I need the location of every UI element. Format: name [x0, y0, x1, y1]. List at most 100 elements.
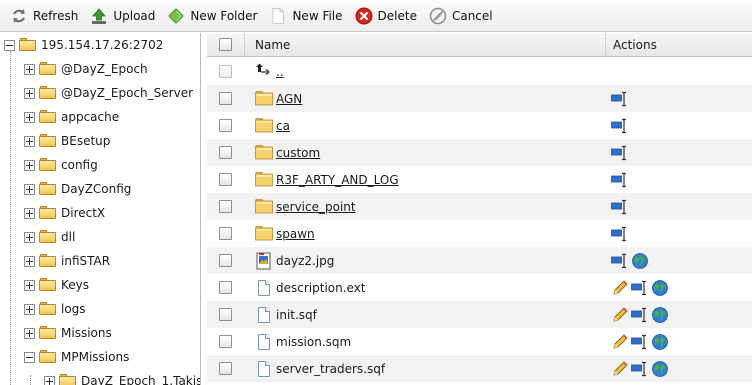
file-icon — [255, 333, 273, 351]
folder-icon — [39, 86, 57, 100]
expand-icon[interactable] — [24, 327, 35, 339]
name-cell: mission.sqm — [255, 328, 351, 355]
folder-link[interactable]: AGN — [276, 92, 302, 106]
row-checkbox[interactable] — [219, 362, 232, 375]
file-grid: Name Actions .. AGN ca custom R3F_ARTY_AND_L… — [207, 33, 752, 385]
table-row[interactable]: description.ext — [207, 274, 752, 301]
table-row[interactable]: R3F_ARTY_AND_LOG — [207, 166, 752, 193]
row-checkbox[interactable] — [219, 335, 232, 348]
tree-item[interactable]: dll — [24, 227, 75, 247]
rename-icon[interactable] — [611, 171, 629, 189]
row-checkbox[interactable] — [219, 65, 232, 78]
globe-icon[interactable] — [651, 333, 669, 351]
row-checkbox[interactable] — [219, 254, 232, 267]
folder-icon — [39, 230, 57, 244]
expand-icon[interactable] — [24, 279, 35, 291]
expand-icon[interactable] — [24, 135, 35, 147]
edit-icon[interactable] — [611, 360, 629, 378]
tree-item-label: MPMissions — [61, 350, 130, 364]
upload-button[interactable]: Upload — [88, 4, 161, 28]
expand-icon[interactable] — [24, 231, 35, 243]
expand-icon[interactable] — [24, 87, 35, 99]
table-row[interactable]: AGN — [207, 85, 752, 112]
table-row[interactable]: spawn — [207, 220, 752, 247]
folder-link[interactable]: ca — [276, 119, 290, 133]
expand-icon[interactable] — [24, 63, 35, 75]
table-row[interactable]: .. — [207, 58, 752, 85]
rename-icon[interactable] — [611, 117, 629, 135]
cancel-button[interactable]: Cancel — [427, 4, 499, 28]
globe-icon[interactable] — [631, 252, 649, 270]
rename-icon[interactable] — [611, 198, 629, 216]
name-column-header[interactable]: Name — [245, 33, 606, 57]
tree-root[interactable]: 195.154.17.26:2702 — [4, 35, 163, 55]
table-row[interactable]: dayz2.jpg — [207, 247, 752, 274]
row-checkbox[interactable] — [219, 119, 232, 132]
tree-item[interactable]: BEsetup — [24, 131, 110, 151]
table-row[interactable]: server_traders.sqf — [207, 355, 752, 382]
folder-link[interactable]: custom — [276, 146, 320, 160]
globe-icon[interactable] — [651, 279, 669, 297]
select-all-checkbox[interactable] — [219, 38, 232, 51]
tree-item[interactable]: DirectX — [24, 203, 105, 223]
expand-icon[interactable] — [24, 207, 35, 219]
delete-button[interactable]: Delete — [353, 4, 423, 28]
row-checkbox[interactable] — [219, 227, 232, 240]
rename-icon[interactable] — [631, 333, 649, 351]
delete-icon — [355, 7, 373, 25]
row-actions — [611, 193, 631, 220]
rename-icon[interactable] — [611, 252, 629, 270]
folder-link[interactable]: service_point — [276, 200, 356, 214]
tree-item[interactable]: DayZConfig — [24, 179, 131, 199]
rename-icon[interactable] — [611, 90, 629, 108]
table-row[interactable]: custom — [207, 139, 752, 166]
expand-icon[interactable] — [24, 183, 35, 195]
tree-item[interactable]: logs — [24, 299, 86, 319]
row-checkbox[interactable] — [219, 281, 232, 294]
folder-link[interactable]: .. — [276, 65, 284, 79]
row-checkbox[interactable] — [219, 146, 232, 159]
table-row[interactable]: init.sqf — [207, 301, 752, 328]
rename-icon[interactable] — [631, 360, 649, 378]
refresh-button[interactable]: Refresh — [8, 4, 84, 28]
collapse-icon[interactable] — [4, 39, 15, 51]
row-checkbox[interactable] — [219, 173, 232, 186]
tree-item[interactable]: Keys — [24, 275, 89, 295]
new-file-button[interactable]: New File — [267, 4, 348, 28]
rename-icon[interactable] — [611, 225, 629, 243]
edit-icon[interactable] — [611, 306, 629, 324]
collapse-icon[interactable] — [24, 351, 35, 363]
tree-item[interactable]: infiSTAR — [24, 251, 110, 271]
row-checkbox[interactable] — [219, 200, 232, 213]
tree-item[interactable]: DayZ_Epoch_1.Takis — [44, 371, 200, 385]
expand-icon[interactable] — [44, 375, 55, 385]
expand-icon[interactable] — [24, 159, 35, 171]
table-row[interactable]: ca — [207, 112, 752, 139]
table-row[interactable]: mission.sqm — [207, 328, 752, 355]
tree-item[interactable]: Missions — [24, 323, 112, 343]
name-header-label: Name — [255, 38, 291, 52]
table-row[interactable]: service_point — [207, 193, 752, 220]
globe-icon[interactable] — [651, 306, 669, 324]
tree-item[interactable]: @DayZ_Epoch_Server — [24, 83, 193, 103]
expand-icon[interactable] — [24, 255, 35, 267]
tree-item[interactable]: MPMissions — [24, 347, 129, 367]
row-checkbox[interactable] — [219, 92, 232, 105]
tree-item[interactable]: config — [24, 155, 98, 175]
rename-icon[interactable] — [631, 306, 649, 324]
expand-icon[interactable] — [24, 303, 35, 315]
rename-icon[interactable] — [611, 144, 629, 162]
select-all-cell — [207, 33, 245, 57]
rename-icon[interactable] — [631, 279, 649, 297]
edit-icon[interactable] — [611, 333, 629, 351]
folder-link[interactable]: R3F_ARTY_AND_LOG — [276, 173, 399, 187]
expand-icon[interactable] — [24, 111, 35, 123]
globe-icon[interactable] — [651, 360, 669, 378]
folder-link[interactable]: spawn — [276, 227, 315, 241]
tree-guide-line — [10, 51, 11, 385]
tree-item[interactable]: appcache — [24, 107, 119, 127]
row-checkbox[interactable] — [219, 308, 232, 321]
new-folder-button[interactable]: New Folder — [165, 4, 263, 28]
edit-icon[interactable] — [611, 279, 629, 297]
tree-item[interactable]: @DayZ_Epoch — [24, 59, 148, 79]
